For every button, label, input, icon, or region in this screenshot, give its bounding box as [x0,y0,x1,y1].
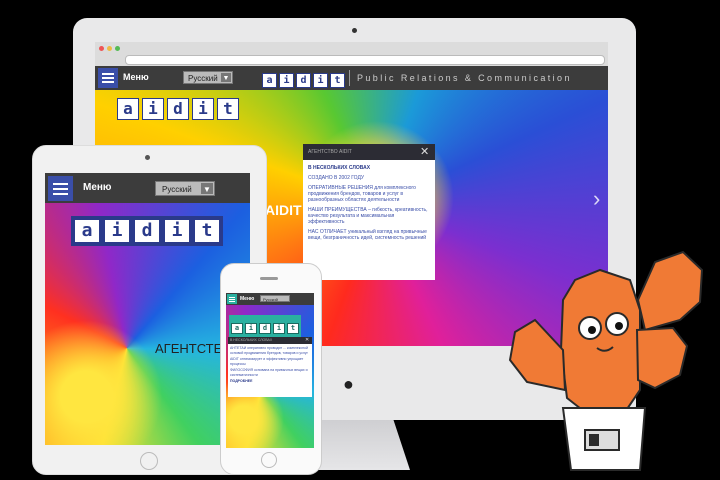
popup-header-title: АГЕНТСТВО AIDIT [308,149,352,155]
menu-label[interactable]: Меню [240,296,254,302]
logo-letter: d [296,73,311,88]
menu-label[interactable]: Меню [123,72,149,82]
phone-screen: Меню Русский aidit В НЕСКОЛЬКИХ СЛОВАХ ✕… [226,293,314,448]
phone-popup-header: В НЕСКОЛЬКИХ СЛОВАХ ✕ [228,337,312,344]
logo-letter: t [217,98,239,120]
logo-letter: i [279,73,294,88]
phone-logo: aidit [229,315,301,337]
popup-paragraph: АНТЕТАИ оперативно проводит ... комплекс… [230,346,308,355]
tablet-camera [145,155,150,160]
apple-logo-icon: ● [343,374,354,394]
phone-navbar: Меню Русский [226,293,314,305]
language-select[interactable]: Русский ▼ [183,71,233,84]
popup-heading: В НЕСКОЛЬКИХ СЛОВАХ [308,165,371,171]
menu-label[interactable]: Меню [83,182,111,193]
logo-letter: t [194,219,220,243]
nav-logo[interactable]: aidit [262,70,345,88]
phone-speaker [260,277,278,280]
logo-letter: a [117,98,139,120]
logo-letter: d [259,323,271,334]
logo-letter: i [164,219,190,243]
hero-overlay-text: AIDIT [265,202,302,218]
phone-home-button[interactable] [261,452,277,468]
logo-letter: a [231,323,243,334]
logo-letter: t [330,73,345,88]
logo-letter: d [134,219,160,243]
logo-letter: i [104,219,130,243]
logo-letter: i [192,98,214,120]
phone-popup-heading: В НЕСКОЛЬКИХ СЛОВАХ [230,338,273,342]
language-select-value: Русский [263,297,278,302]
popup-paragraph: НАС ОТЛИЧАЕТ уникальный взгляд на привыч… [308,229,427,241]
menu-hamburger-icon[interactable] [48,176,73,201]
phone-popup-body: АНТЕТАИ оперативно проводит ... комплекс… [230,346,310,384]
tablet-logo: aidit [71,216,223,246]
language-select-value: Русский [162,185,192,194]
logo-letter: a [262,73,277,88]
slider-next-arrow-icon[interactable]: › [593,186,600,212]
popup-paragraph: ФИЛОСОФИЯ основана на привычных вещах и … [230,368,308,377]
window-controls[interactable] [99,46,123,52]
address-bar[interactable] [125,55,605,65]
logo-letter: d [167,98,189,120]
popup-more-link[interactable]: ПОДРОБНЕЕ [230,379,310,384]
logo-letter: i [273,323,285,334]
about-popup: АГЕНТСТВО AIDIT ✕ В НЕСКОЛЬКИХ СЛОВАХ СО… [303,144,435,280]
close-icon[interactable]: ✕ [420,145,429,158]
tagline: Public Relations & Communication [357,73,572,83]
menu-hamburger-icon[interactable] [227,294,237,304]
popup-body: В НЕСКОЛЬКИХ СЛОВАХ СОЗДАНО В 2002 ГОДУ … [308,165,430,241]
tablet-navbar: Меню Русский ▼ [45,173,250,203]
language-select[interactable]: Русский ▼ [155,181,215,196]
logo-letter: i [245,323,257,334]
monitor-camera [352,28,357,33]
language-select[interactable]: Русский [260,295,290,302]
tablet-home-button[interactable] [140,452,158,470]
chevron-down-icon: ▼ [201,183,213,194]
cactus-body [508,250,704,418]
logo-letter: i [313,73,328,88]
popup-header: АГЕНТСТВО AIDIT ✕ [303,144,435,160]
logo-letter: a [74,219,100,243]
cactus-mascot [508,250,704,471]
logo-letter: t [287,323,299,334]
browser-chrome [95,42,608,66]
desktop-navbar: Меню Русский ▼ aidit Public Relations & … [95,66,608,90]
language-select-value: Русский [188,74,218,83]
nav-divider [349,70,350,86]
hero-logo: aidit [117,98,239,120]
phone-popup: В НЕСКОЛЬКИХ СЛОВАХ ✕ АНТЕТАИ оперативно… [228,337,312,397]
cactus-pot [561,407,647,471]
hero-overlay-text: АГЕНТСТЕ [155,341,223,356]
menu-hamburger-icon[interactable] [98,68,118,88]
logo-letter: i [142,98,164,120]
popup-paragraph: AIDIT оптимизирует и эффективно упрощает… [230,357,304,366]
chevron-down-icon: ▼ [221,73,231,82]
popup-paragraph: НАШИ ПРЕИМУЩЕСТВА – гибкость, креативнос… [308,207,428,225]
popup-paragraph: ОПЕРАТИВНЫЕ РЕШЕНИЯ для комплексного про… [308,185,416,203]
popup-paragraph: СОЗДАНО В 2002 ГОДУ [308,175,365,181]
close-icon[interactable]: ✕ [305,337,309,343]
